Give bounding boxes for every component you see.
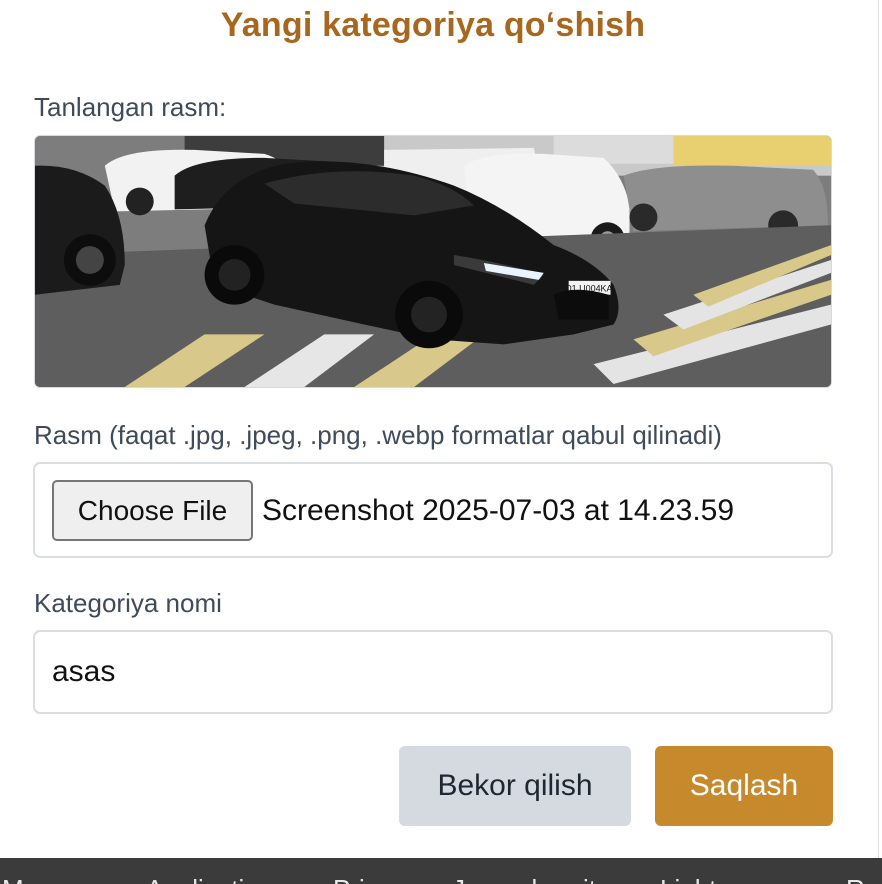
car-photo-preview: 01 U004KA	[35, 136, 831, 387]
file-input-label: Rasm (faqat .jpg, .jpeg, .png, .webp for…	[34, 420, 722, 450]
category-name-input[interactable]	[33, 630, 833, 714]
footer-item[interactable]: Application	[146, 874, 273, 884]
category-name-label: Kategoriya nomi	[34, 588, 222, 618]
add-category-modal: Yangi kategoriya qoʻshish Tanlangan rasm…	[0, 0, 879, 858]
choose-file-button[interactable]: Choose File	[52, 480, 253, 541]
footer-item[interactable]: city	[570, 874, 609, 884]
modal-title: Yangi kategoriya qoʻshish	[220, 6, 646, 44]
footer-item[interactable]: M	[2, 874, 24, 884]
image-preview: 01 U004KA	[34, 135, 832, 388]
cancel-button[interactable]: Bekor qilish	[399, 746, 631, 826]
selected-image-label: Tanlangan rasm:	[34, 92, 227, 122]
selected-file-name: Screenshot 2025-07-03 at 14.23.59	[262, 494, 735, 527]
footer-item[interactable]: Light	[660, 874, 716, 884]
file-input[interactable]: Choose File Screenshot 2025-07-03 at 14.…	[33, 462, 833, 558]
footer-item[interactable]: R	[846, 874, 865, 884]
footer-item[interactable]: Journal	[452, 874, 537, 884]
footer-item[interactable]: Privacy	[333, 874, 418, 884]
save-button[interactable]: Saqlash	[655, 746, 833, 826]
footer-bar: M Application Privacy Journal city Light…	[0, 858, 882, 884]
